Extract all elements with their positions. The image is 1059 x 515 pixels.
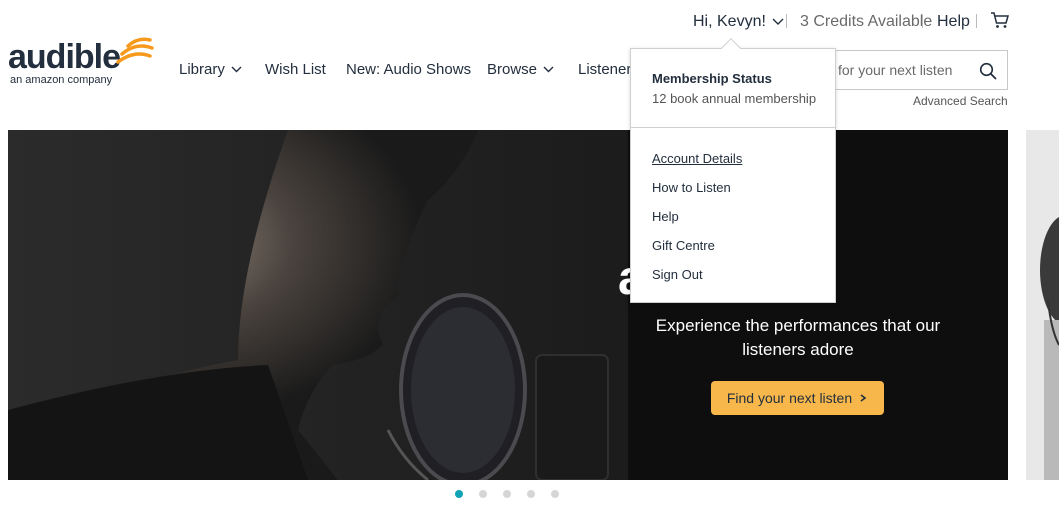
hero-banner[interactable]: r ances Experience the performances that…	[8, 130, 1008, 480]
nav-item-label: Wish List	[265, 61, 326, 78]
divider	[786, 14, 787, 28]
carousel-dot[interactable]	[503, 490, 511, 498]
how-to-listen-link[interactable]: How to Listen	[652, 180, 731, 195]
next-slide-image	[1026, 130, 1059, 480]
find-next-listen-button[interactable]: Find your next listen	[711, 381, 884, 415]
nav-item-browse[interactable]: Browse	[487, 61, 554, 78]
account-menu-toggle[interactable]: Hi, Kevyn!	[693, 13, 784, 31]
account-dropdown: Membership Status 12 book annual members…	[630, 38, 836, 303]
help-link[interactable]: Help	[937, 13, 970, 31]
audible-logo[interactable]: audible an amazon company	[8, 34, 158, 94]
next-slide-peek[interactable]	[1026, 130, 1059, 480]
carousel-dot[interactable]	[551, 490, 559, 498]
logo-tagline: an amazon company	[10, 74, 113, 86]
divider	[922, 14, 923, 28]
nav-item-library[interactable]: Library	[179, 61, 242, 78]
carousel-dot[interactable]	[527, 490, 535, 498]
credits-link[interactable]: 3 Credits Available	[800, 13, 932, 31]
gift-centre-link[interactable]: Gift Centre	[652, 238, 715, 253]
help-menu-link[interactable]: Help	[652, 209, 679, 224]
search-icon[interactable]	[979, 62, 997, 80]
cart-icon[interactable]	[990, 11, 1010, 29]
nav-item-listener[interactable]: Listener	[578, 61, 631, 78]
cta-label: Find your next listen	[726, 390, 853, 406]
chevron-right-icon	[860, 394, 867, 402]
chevron-down-icon	[231, 66, 242, 73]
membership-status-value: 12 book annual membership	[652, 91, 817, 106]
carousel-dot[interactable]	[455, 490, 463, 498]
hero-image	[8, 130, 1008, 480]
advanced-search-link[interactable]: Advanced Search	[913, 94, 1008, 108]
carousel-dot[interactable]	[479, 490, 487, 498]
chevron-down-icon	[543, 66, 554, 73]
nav-item-label: New: Audio Shows	[346, 61, 472, 78]
sign-out-link[interactable]: Sign Out	[652, 267, 703, 282]
divider	[631, 127, 835, 128]
nav-item-audio-shows[interactable]: New: Audio Shows	[346, 61, 471, 78]
carousel-dots	[455, 490, 559, 498]
dropdown-caret	[721, 38, 741, 58]
search-input[interactable]	[834, 52, 964, 88]
hero-subtitle: Experience the performances that our lis…	[655, 316, 941, 359]
divider	[976, 14, 977, 28]
chevron-down-icon	[772, 18, 784, 25]
nav-item-label: Library	[179, 61, 225, 78]
search-box	[834, 50, 1008, 90]
audible-waves-icon	[116, 37, 154, 64]
logo-wordmark: audible	[8, 38, 121, 76]
account-details-link[interactable]: Account Details	[652, 151, 742, 166]
membership-status-title: Membership Status	[652, 71, 772, 86]
nav-item-label: Listener	[578, 61, 632, 78]
nav-item-label: Browse	[487, 61, 538, 78]
greeting-text: Hi, Kevyn!	[693, 13, 766, 30]
nav-item-wish-list[interactable]: Wish List	[265, 61, 326, 78]
